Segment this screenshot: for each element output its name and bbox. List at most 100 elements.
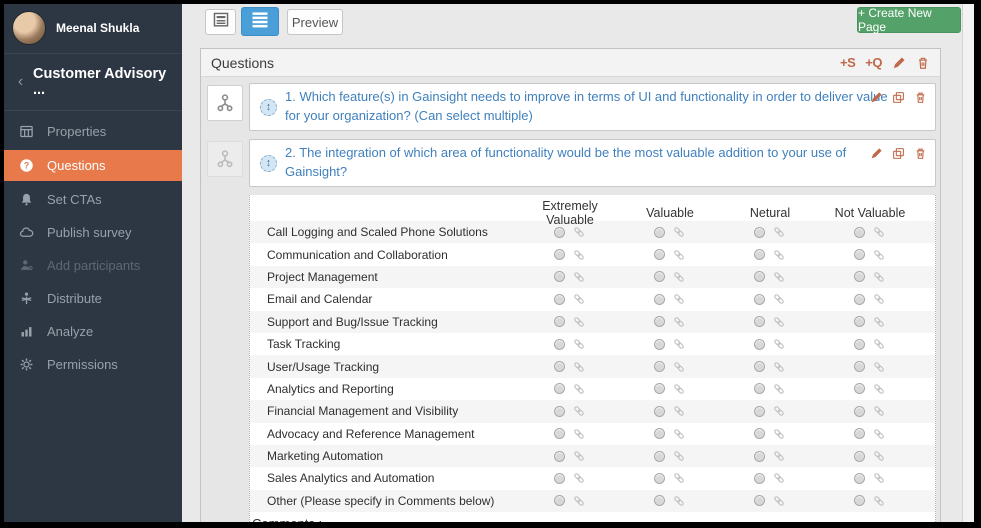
branch-link-icon[interactable] <box>772 360 786 374</box>
branch-link-icon[interactable] <box>572 337 586 351</box>
branch-link-icon[interactable] <box>672 382 686 396</box>
branch-link-icon[interactable] <box>872 360 886 374</box>
radio-button[interactable] <box>654 249 665 260</box>
branch-link-icon[interactable] <box>872 382 886 396</box>
radio-button[interactable] <box>754 316 765 327</box>
radio-button[interactable] <box>854 339 865 350</box>
branch-link-icon[interactable] <box>672 292 686 306</box>
sidebar-item-properties[interactable]: Properties <box>4 115 182 148</box>
question-1[interactable]: ↕ 1. Which feature(s) in Gainsight needs… <box>249 83 936 131</box>
radio-button[interactable] <box>554 249 565 260</box>
branch-link-icon[interactable] <box>672 471 686 485</box>
branch-link-icon[interactable] <box>672 494 686 508</box>
copy-icon[interactable] <box>892 147 905 160</box>
sidebar-item-analyze[interactable]: Analyze <box>4 315 182 348</box>
branch-link-icon[interactable] <box>872 337 886 351</box>
branch-link-icon[interactable] <box>572 449 586 463</box>
branch-link-icon[interactable] <box>672 337 686 351</box>
radio-button[interactable] <box>854 495 865 506</box>
radio-button[interactable] <box>554 227 565 238</box>
branch-link-icon[interactable] <box>672 248 686 262</box>
radio-button[interactable] <box>854 406 865 417</box>
sidebar-item-distribute[interactable]: Distribute <box>4 282 182 315</box>
radio-button[interactable] <box>654 227 665 238</box>
copy-icon[interactable] <box>892 91 905 104</box>
branch-link-icon[interactable] <box>672 360 686 374</box>
pencil-icon[interactable] <box>870 91 883 104</box>
radio-button[interactable] <box>754 428 765 439</box>
back-chevron-icon[interactable]: ‹ <box>12 73 29 91</box>
branch-link-icon[interactable] <box>872 225 886 239</box>
branch-link-icon[interactable] <box>772 449 786 463</box>
branch-link-icon[interactable] <box>672 427 686 441</box>
branch-link-icon[interactable] <box>672 225 686 239</box>
branch-link-icon[interactable] <box>872 315 886 329</box>
branch-link-icon[interactable] <box>572 471 586 485</box>
branch-link-icon[interactable] <box>872 449 886 463</box>
radio-button[interactable] <box>654 339 665 350</box>
radio-button[interactable] <box>654 316 665 327</box>
radio-button[interactable] <box>554 451 565 462</box>
radio-button[interactable] <box>754 406 765 417</box>
sidebar-item-permissions[interactable]: Permissions <box>4 348 182 381</box>
branch-link-icon[interactable] <box>872 292 886 306</box>
sidebar-item-questions[interactable]: ? Questions <box>4 150 182 181</box>
branch-link-icon[interactable] <box>872 248 886 262</box>
branch-link-icon[interactable] <box>772 248 786 262</box>
branch-link-icon[interactable] <box>772 494 786 508</box>
branch-link-icon[interactable] <box>572 494 586 508</box>
branch-link-icon[interactable] <box>572 404 586 418</box>
branch-link-icon[interactable] <box>772 427 786 441</box>
question-2[interactable]: ↕ 2. The integration of which area of fu… <box>249 139 936 187</box>
radio-button[interactable] <box>854 361 865 372</box>
sidebar-item-set-ctas[interactable]: Set CTAs <box>4 183 182 216</box>
radio-button[interactable] <box>554 361 565 372</box>
radio-button[interactable] <box>554 339 565 350</box>
radio-button[interactable] <box>854 428 865 439</box>
radio-button[interactable] <box>854 294 865 305</box>
trash-icon[interactable] <box>914 91 927 104</box>
create-new-page-button[interactable]: + Create New Page <box>857 7 961 33</box>
branch-link-icon[interactable] <box>872 471 886 485</box>
radio-button[interactable] <box>754 451 765 462</box>
branch-link-icon[interactable] <box>772 404 786 418</box>
radio-button[interactable] <box>554 473 565 484</box>
radio-button[interactable] <box>854 249 865 260</box>
move-question-icon[interactable]: ↕ <box>260 155 277 172</box>
radio-button[interactable] <box>854 451 865 462</box>
pencil-icon[interactable] <box>892 56 906 70</box>
radio-button[interactable] <box>654 361 665 372</box>
add-section-button[interactable]: +S <box>840 55 855 70</box>
radio-button[interactable] <box>754 361 765 372</box>
radio-button[interactable] <box>754 495 765 506</box>
branch-link-icon[interactable] <box>572 360 586 374</box>
radio-button[interactable] <box>554 316 565 327</box>
preview-button[interactable]: Preview <box>287 9 343 35</box>
branch-link-icon[interactable] <box>572 315 586 329</box>
branch-link-icon[interactable] <box>572 292 586 306</box>
trash-icon[interactable] <box>916 56 930 70</box>
branch-link-icon[interactable] <box>772 292 786 306</box>
radio-button[interactable] <box>654 271 665 282</box>
branch-link-icon[interactable] <box>572 225 586 239</box>
radio-button[interactable] <box>654 383 665 394</box>
branch-link-icon[interactable] <box>572 427 586 441</box>
radio-button[interactable] <box>754 249 765 260</box>
branch-link-icon[interactable] <box>572 248 586 262</box>
radio-button[interactable] <box>754 294 765 305</box>
pencil-icon[interactable] <box>870 147 883 160</box>
move-question-icon[interactable]: ↕ <box>260 99 277 116</box>
radio-button[interactable] <box>754 271 765 282</box>
radio-button[interactable] <box>654 473 665 484</box>
radio-button[interactable] <box>854 316 865 327</box>
radio-button[interactable] <box>654 294 665 305</box>
card-view-button[interactable] <box>205 9 236 35</box>
trash-icon[interactable] <box>914 147 927 160</box>
radio-button[interactable] <box>554 495 565 506</box>
branch-link-icon[interactable] <box>672 404 686 418</box>
branch-link-icon[interactable] <box>772 225 786 239</box>
radio-button[interactable] <box>854 473 865 484</box>
list-view-button[interactable] <box>241 7 279 36</box>
branch-link-icon[interactable] <box>672 449 686 463</box>
radio-button[interactable] <box>854 271 865 282</box>
